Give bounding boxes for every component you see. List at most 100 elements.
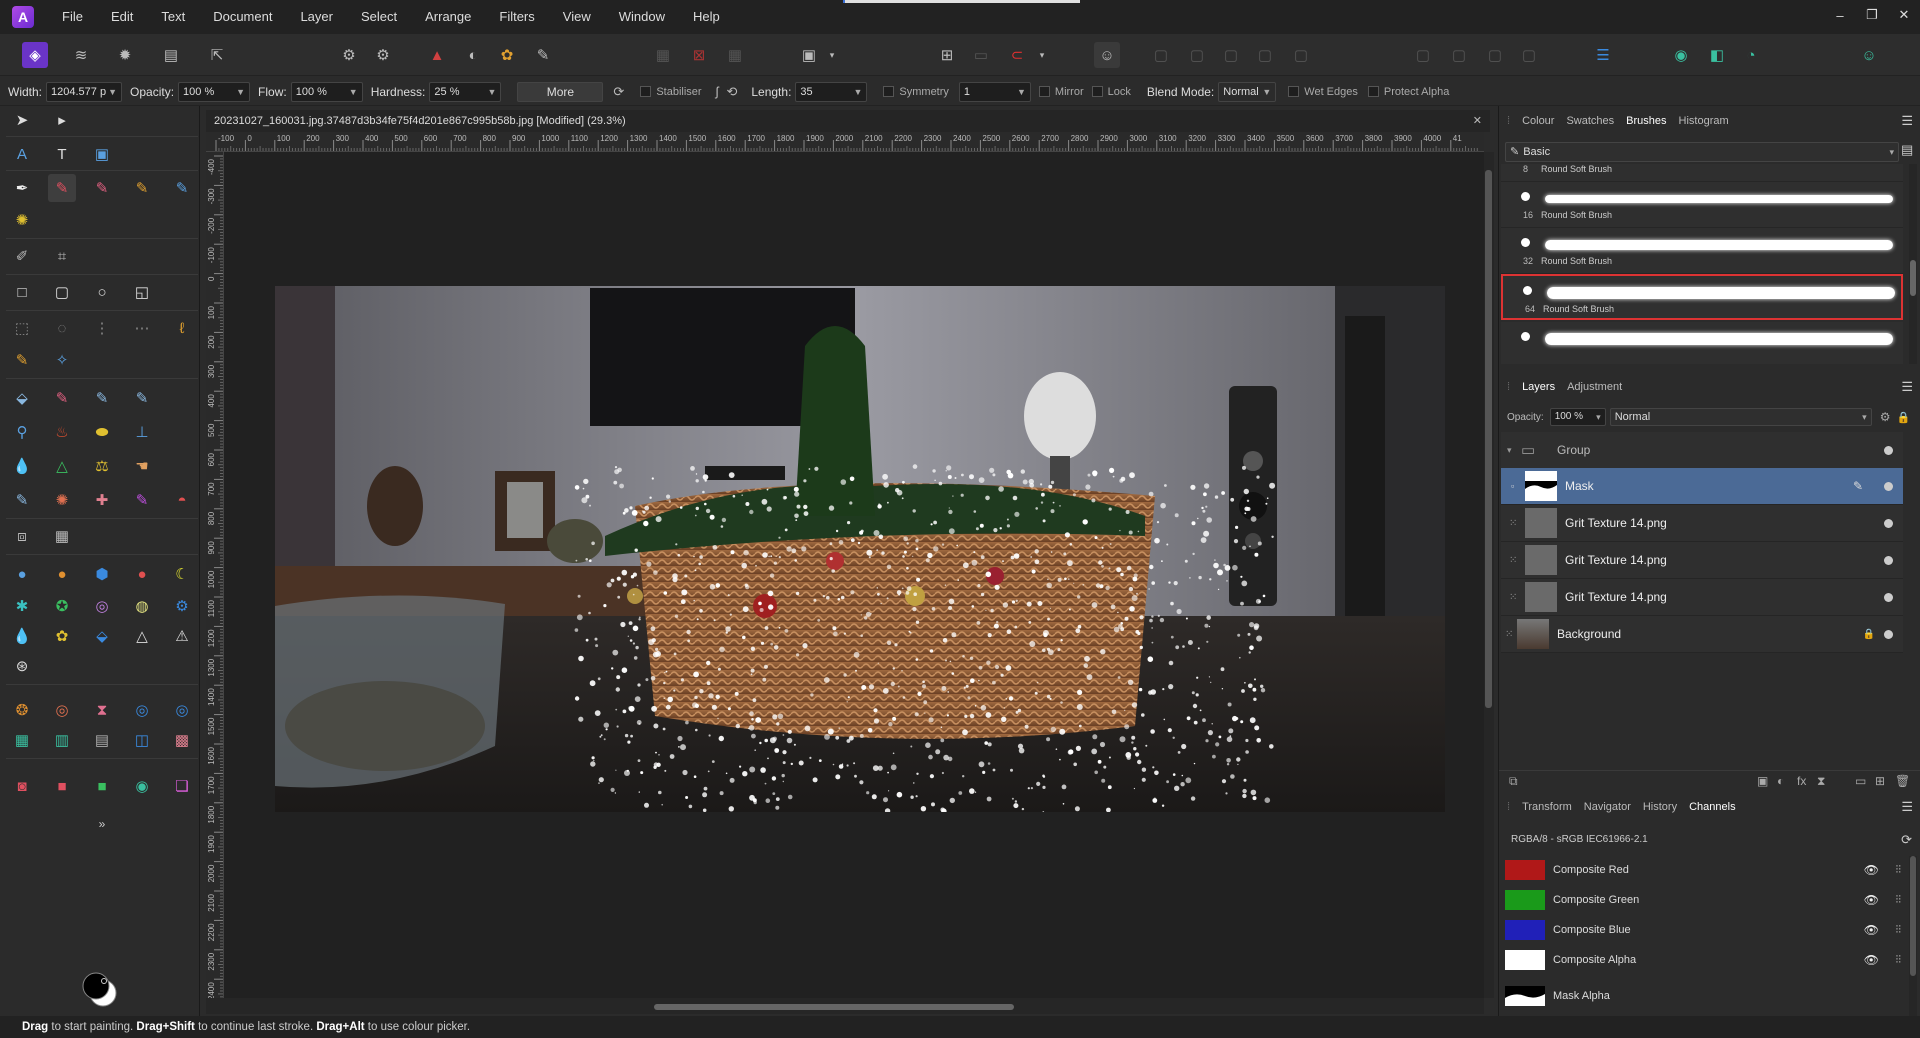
more-button[interactable]: More: [517, 81, 604, 102]
select-all-icon[interactable]: ▦: [650, 42, 676, 68]
brush-options-icon[interactable]: ⟳: [613, 84, 624, 100]
flower-filter-icon[interactable]: ✿: [48, 622, 76, 650]
layer-row-background[interactable]: ⁙ Background 🔒: [1501, 616, 1903, 653]
smudge-tool-icon[interactable]: ☚: [128, 452, 156, 480]
radial-filter-icon[interactable]: ✪: [48, 592, 76, 620]
channel-options-icon[interactable]: ⫶⫶: [1896, 864, 1902, 877]
rounded-rectangle-tool-icon[interactable]: ▢: [48, 278, 76, 306]
artistic-text-tool-icon[interactable]: A: [8, 140, 36, 168]
zoom-tool-icon[interactable]: ⚲: [8, 418, 36, 446]
eye-icon[interactable]: 👁: [1864, 893, 1879, 907]
visibility-dot[interactable]: [1884, 481, 1893, 491]
brush-item-selected[interactable]: 64 Round Soft Brush: [1501, 274, 1903, 320]
eyedropper-tool-icon[interactable]: ✐: [8, 242, 36, 270]
tab-swatches[interactable]: Swatches: [1566, 115, 1614, 127]
elliptical-marquee-icon[interactable]: ◌: [48, 314, 76, 342]
patch-tool-icon[interactable]: ✺: [48, 486, 76, 514]
tab-transform[interactable]: Transform: [1522, 801, 1572, 813]
menu-help[interactable]: Help: [679, 0, 734, 34]
grid-icon[interactable]: ▦: [8, 726, 36, 754]
pixel-tool-icon[interactable]: ✎: [88, 174, 116, 202]
visibility-dot[interactable]: [1884, 629, 1893, 639]
spiral-icon[interactable]: ◎: [48, 696, 76, 724]
layer-row[interactable]: ⁙ Grit Texture 14.png: [1501, 542, 1903, 579]
snapping-icon[interactable]: ⊞: [934, 42, 960, 68]
visibility-dot[interactable]: [1884, 592, 1893, 602]
arrange-icon[interactable]: ▢: [1252, 42, 1278, 68]
move-tool-icon[interactable]: ➤: [8, 106, 36, 134]
layer-settings-icon[interactable]: ⚙: [1880, 410, 1891, 424]
menu-text[interactable]: Text: [147, 0, 199, 34]
scale-filter-icon[interactable]: ⊛: [8, 652, 36, 680]
arrange-icon[interactable]: ▢: [1288, 42, 1314, 68]
channel-row[interactable]: Composite Red 👁 ⫶⫶: [1505, 858, 1905, 882]
auto-colour-icon[interactable]: ✿: [494, 42, 520, 68]
panel-grip-icon[interactable]: ⁞: [1507, 801, 1510, 813]
shape-tool-icon[interactable]: ◱: [128, 278, 156, 306]
inpainting-icon[interactable]: ✎: [128, 486, 156, 514]
liquify-persona-icon[interactable]: ≋: [68, 42, 94, 68]
chevron-down-icon[interactable]: ▾: [1862, 409, 1867, 425]
tab-history[interactable]: History: [1643, 801, 1677, 813]
visibility-dot[interactable]: [1884, 555, 1893, 565]
tab-channels[interactable]: Channels: [1689, 801, 1735, 813]
flood-erase-icon[interactable]: ✎: [128, 384, 156, 412]
deselect-icon[interactable]: ⊠: [686, 42, 712, 68]
hardness-field[interactable]: 25 % ▼: [429, 81, 502, 102]
channel-options-icon[interactable]: ⫶⫶: [1896, 894, 1902, 907]
rectangle-tool-icon[interactable]: □: [8, 278, 36, 306]
layer-row-group[interactable]: ▾ ▭ Group: [1501, 432, 1903, 469]
delete-layer-icon[interactable]: 🗑: [1895, 774, 1910, 788]
menu-arrange[interactable]: Arrange: [411, 0, 485, 34]
sun-brush-tool-icon[interactable]: ✺: [8, 206, 36, 234]
arrange-icon[interactable]: ▢: [1148, 42, 1174, 68]
target-icon[interactable]: ◎: [128, 696, 156, 724]
chevron-down-icon[interactable]: ▼: [853, 83, 862, 101]
background-erase-icon[interactable]: ✎: [88, 384, 116, 412]
snapping-options-icon[interactable]: ▭: [968, 42, 994, 68]
develop-persona-icon[interactable]: ✹: [112, 42, 138, 68]
channels-scroll-thumb[interactable]: [1910, 856, 1916, 976]
median-tool-icon[interactable]: ⚖: [88, 452, 116, 480]
rotate-icon[interactable]: ▢: [1482, 42, 1508, 68]
width-field[interactable]: 1204.577 p ▼: [46, 81, 123, 102]
tab-adjustment[interactable]: Adjustment: [1567, 381, 1622, 393]
fx-icon[interactable]: fx: [1797, 774, 1806, 788]
brush-item[interactable]: 16 Round Soft Brush: [1501, 182, 1903, 228]
colour-well[interactable]: [82, 972, 118, 1008]
column-marquee-icon[interactable]: ⋮: [88, 314, 116, 342]
macro-icon[interactable]: ⚙: [370, 42, 396, 68]
document-canvas-image[interactable]: [275, 286, 1445, 812]
star-filter-icon[interactable]: ✱: [8, 592, 36, 620]
minimize-button[interactable]: –: [1824, 0, 1856, 30]
menu-filters[interactable]: Filters: [485, 0, 548, 34]
tab-layers[interactable]: Layers: [1522, 381, 1555, 393]
adjustment-icon[interactable]: ◐: [1777, 774, 1784, 788]
hourglass-icon[interactable]: ⧗: [88, 696, 116, 724]
panel-menu-icon[interactable]: ☰: [1901, 113, 1913, 129]
eye-icon[interactable]: 👁: [1864, 923, 1879, 937]
expand-tools-icon[interactable]: »: [88, 810, 116, 838]
wet-edges-checkbox[interactable]: [1288, 86, 1300, 97]
visibility-dot[interactable]: [1884, 518, 1893, 528]
sponge-tool-icon[interactable]: ⬬: [88, 418, 116, 446]
mixer-brush-tool-icon[interactable]: ✎: [168, 174, 196, 202]
panel-menu-icon[interactable]: ☰: [1901, 379, 1913, 395]
layer-row[interactable]: ⁙ Grit Texture 14.png: [1501, 579, 1903, 616]
cube-icon[interactable]: ⬢: [88, 560, 116, 588]
clone-tool-icon[interactable]: ✎: [8, 486, 36, 514]
chevron-down-icon[interactable]: ▾: [1596, 409, 1601, 425]
protect-alpha-checkbox[interactable]: [1367, 86, 1379, 97]
chain-icon[interactable]: ▫: [1511, 481, 1514, 491]
settings-icon[interactable]: ⚙: [336, 42, 362, 68]
brush-list-menu-icon[interactable]: ▤: [1901, 142, 1913, 158]
dodge-tool-icon[interactable]: ⊥: [128, 418, 156, 446]
document-tab[interactable]: 20231027_160031.jpg.37487d3b34fe75f4d201…: [206, 110, 1490, 132]
rings-icon[interactable]: ◎: [168, 696, 196, 724]
flood-fill-icon[interactable]: ⬙: [8, 384, 36, 412]
magnet-icon[interactable]: ⊂: [1004, 42, 1030, 68]
chart-icon[interactable]: ▥: [48, 726, 76, 754]
red-eye-icon[interactable]: ◓: [168, 486, 196, 514]
brush-item[interactable]: 8 Round Soft Brush: [1501, 164, 1903, 182]
close-document-icon[interactable]: ✕: [1473, 110, 1482, 132]
